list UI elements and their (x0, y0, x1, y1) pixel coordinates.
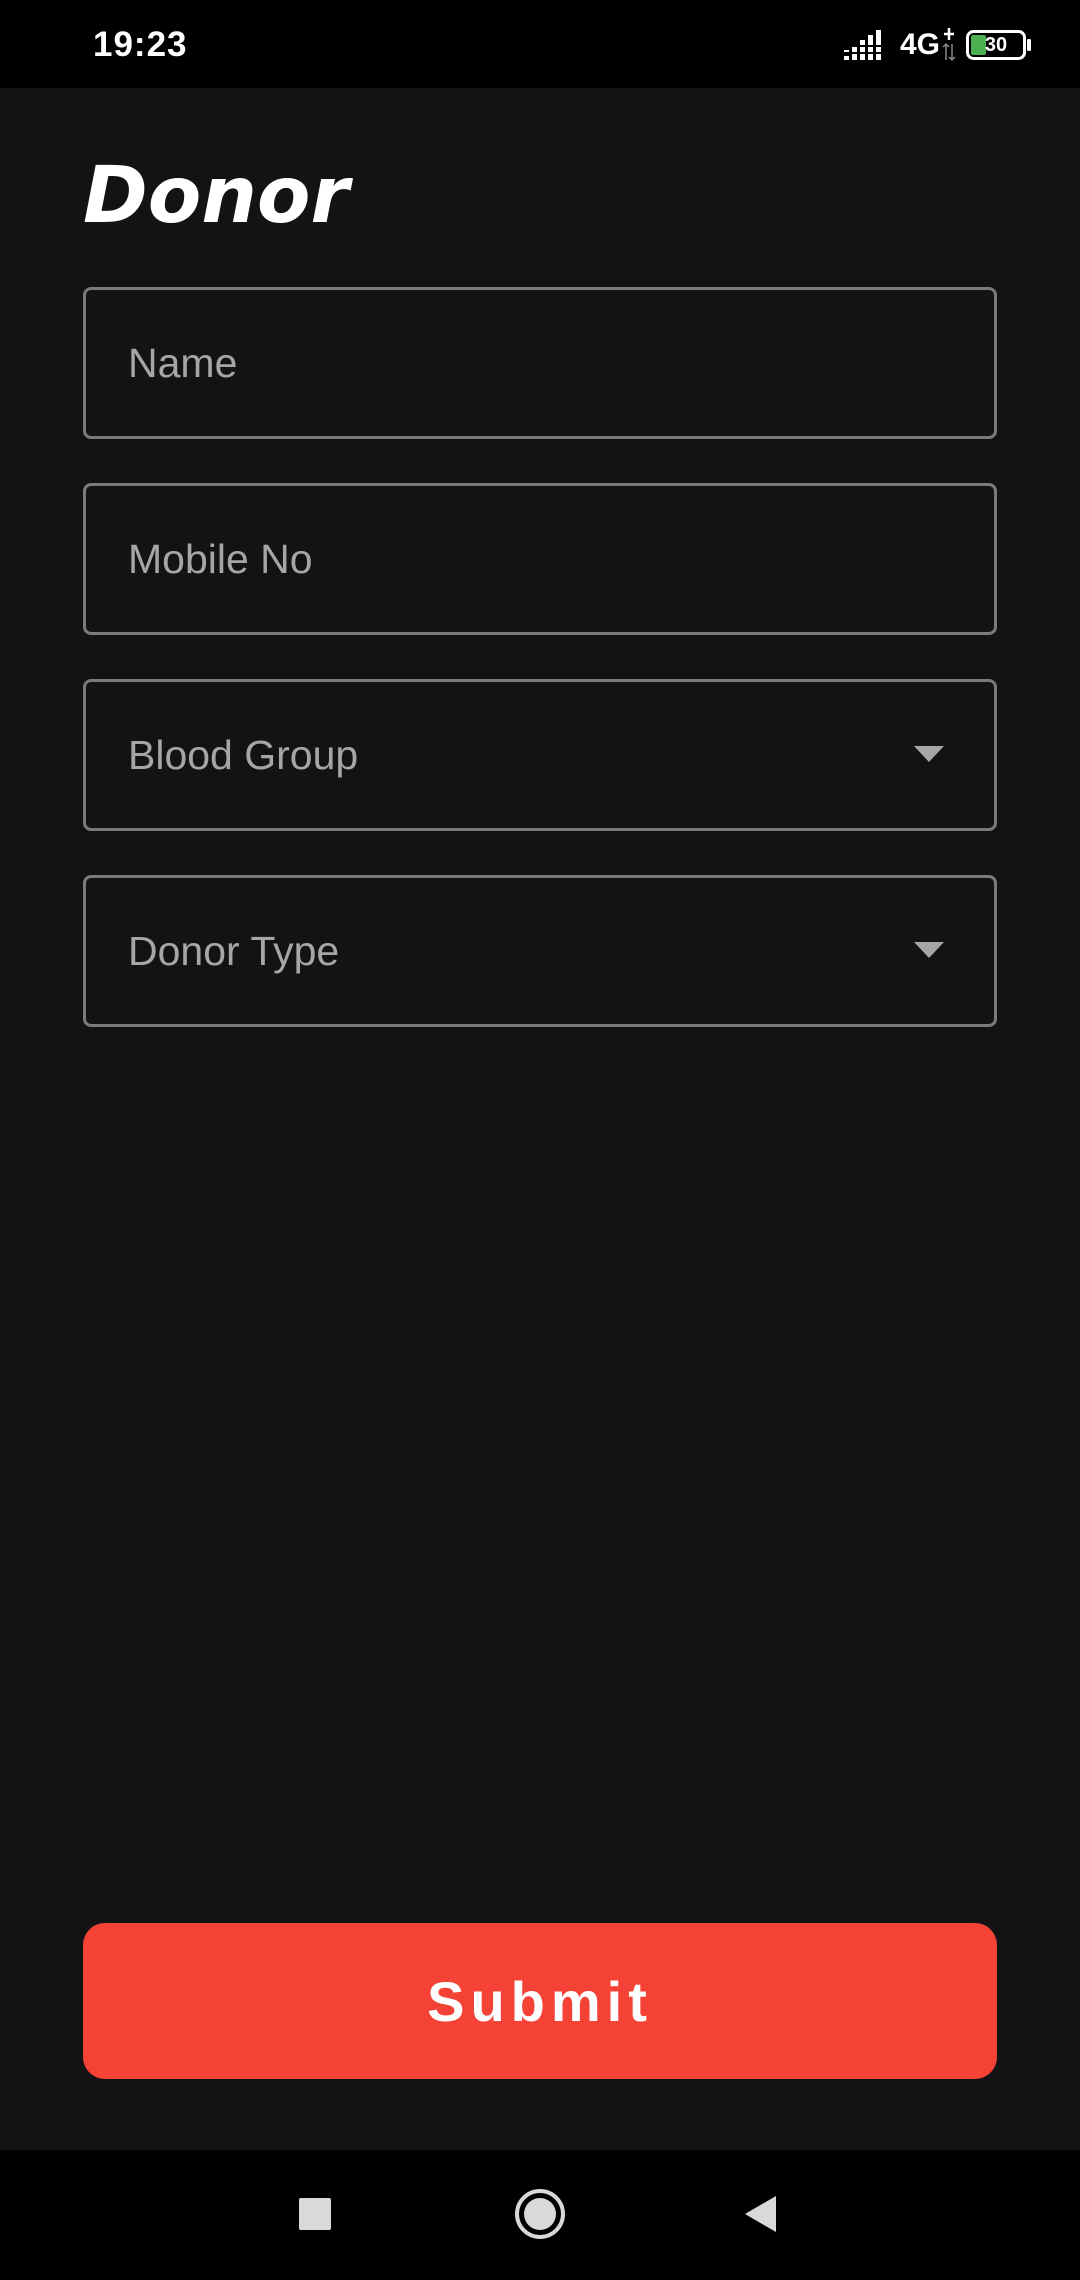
blood-group-dropdown[interactable]: Blood Group (83, 679, 997, 831)
page-title: Donor (83, 151, 349, 241)
network-type: 4G (899, 28, 940, 61)
dropdown-arrow-icon (914, 942, 944, 958)
recents-button[interactable] (275, 2174, 355, 2254)
status-bar: 19:23 4G 30 (0, 0, 1080, 88)
mobile-input[interactable] (86, 486, 994, 632)
submit-button[interactable]: Submit (83, 1923, 997, 2079)
battery-icon: 30 (966, 30, 1032, 60)
blood-group-label: Blood Group (128, 732, 359, 778)
dropdown-arrow-icon (914, 746, 944, 762)
signal-icon (843, 30, 881, 60)
home-circle-icon (515, 2189, 565, 2239)
name-field[interactable] (83, 287, 997, 439)
battery-level: 30 (984, 34, 1008, 56)
mobile-field[interactable] (83, 483, 997, 635)
back-triangle-icon (745, 2196, 776, 2232)
recents-square-icon (299, 2198, 331, 2230)
status-time: 19:23 (93, 25, 188, 64)
donor-type-dropdown[interactable]: Donor Type (83, 875, 997, 1027)
data-arrows-icon (942, 28, 956, 62)
name-input[interactable] (86, 290, 994, 436)
home-button[interactable] (500, 2174, 580, 2254)
status-icons: 4G 30 (843, 24, 1032, 66)
donor-type-label: Donor Type (128, 928, 340, 974)
navigation-bar (0, 2150, 1080, 2280)
back-button[interactable] (720, 2174, 800, 2254)
